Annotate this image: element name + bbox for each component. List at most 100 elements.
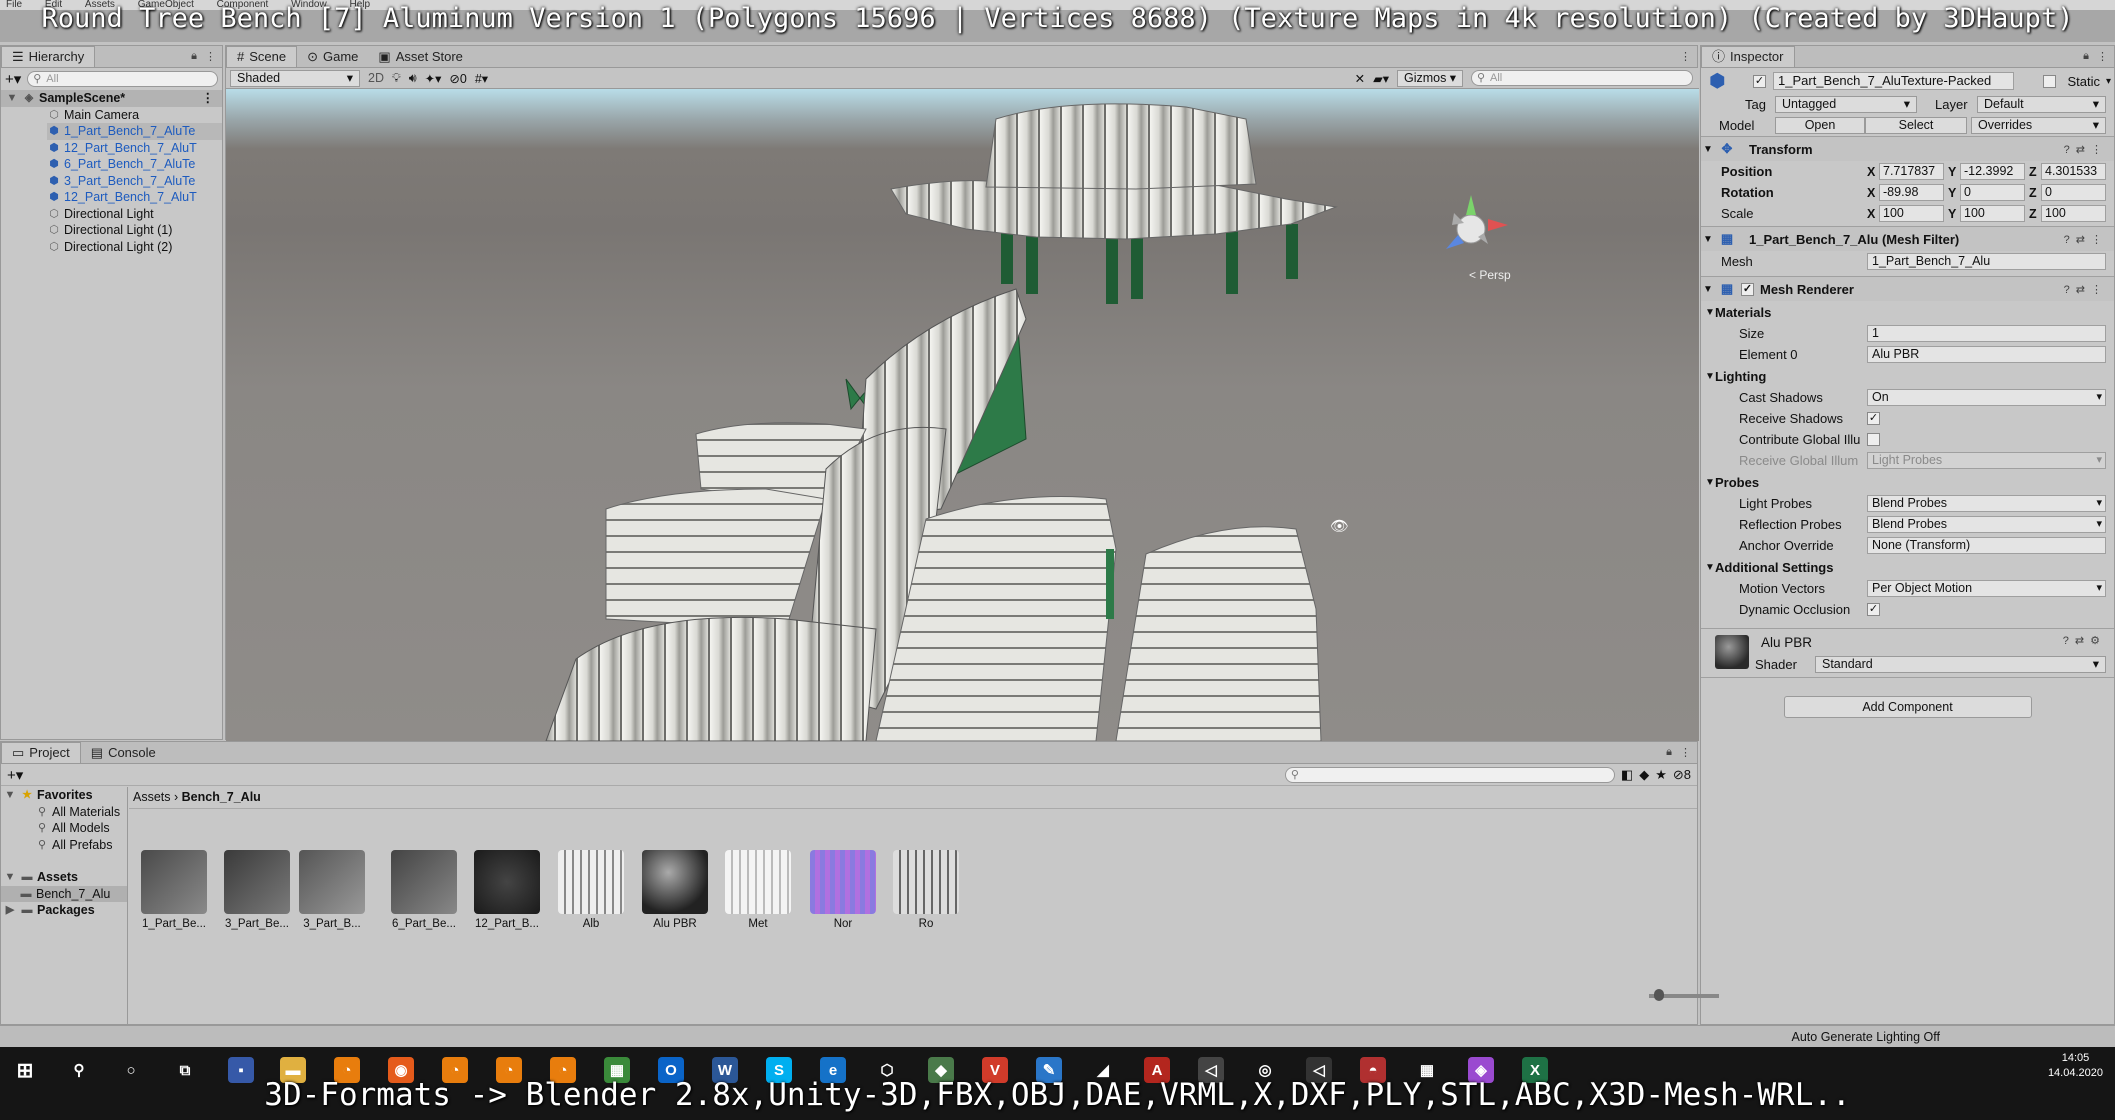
tab-game[interactable]: ⊙ Game — [297, 46, 368, 67]
fold-arrow-icon[interactable]: ▼ — [1701, 234, 1715, 245]
expand-arrow-icon[interactable]: ▼ — [3, 787, 17, 804]
kebab-menu-icon[interactable]: ⋮ — [2097, 50, 2108, 63]
active-checkbox[interactable]: ✓ — [1753, 74, 1766, 88]
orientation-gizmo[interactable] — [1446, 195, 1508, 249]
object-name-field[interactable]: 1_Part_Bench_7_AluTexture-Packed — [1773, 72, 2014, 90]
lighting-toggle-icon[interactable]: 💡︎ — [392, 71, 401, 86]
hierarchy-item[interactable]: ⬡ Directional Light — [47, 206, 222, 223]
lighting-foldout[interactable]: ▼ Lighting — [1701, 365, 2114, 387]
assets-folder[interactable]: ▼ ▬ Assets — [1, 869, 127, 886]
toggle-2d-button[interactable]: 2D — [368, 71, 384, 85]
asset-item[interactable]: 3_Part_Be... — [222, 850, 292, 930]
scale-x-field[interactable]: 100 — [1879, 205, 1944, 222]
additional-settings-foldout[interactable]: ▼ Additional Settings — [1701, 556, 2114, 578]
asset-item[interactable]: Ro — [891, 850, 961, 930]
create-plus-icon[interactable]: +▾ — [5, 70, 21, 88]
contribute-gi-checkbox[interactable] — [1867, 433, 1880, 446]
project-search-input[interactable] — [1284, 766, 1615, 783]
mesh-object-field[interactable]: 1_Part_Bench_7_Alu — [1867, 253, 2106, 270]
add-component-button[interactable]: Add Component — [1783, 696, 2032, 718]
breadcrumb-assets[interactable]: Assets — [133, 790, 171, 804]
materials-size-field[interactable]: 1 — [1867, 325, 2106, 342]
hierarchy-item[interactable]: ⬢ 6_Part_Bench_7_AluTe — [47, 156, 222, 173]
asset-item[interactable]: 3_Part_B... — [297, 850, 367, 930]
light-probes-dropdown[interactable]: Blend Probes — [1867, 495, 2106, 512]
position-z-field[interactable]: 4.301533 — [2041, 163, 2106, 180]
rotation-y-field[interactable]: 0 — [1960, 184, 2025, 201]
gizmos-dropdown[interactable]: Gizmos ▾ — [1397, 69, 1463, 87]
grid-toggle-icon[interactable]: #▾ — [475, 71, 488, 86]
favorite-all-materials[interactable]: ⚲ All Materials — [1, 804, 127, 821]
hidden-packages-icon[interactable]: ⊘8 — [1673, 767, 1691, 783]
tab-asset-store[interactable]: ▣ Asset Store — [368, 46, 473, 67]
motion-vectors-dropdown[interactable]: Per Object Motion — [1867, 580, 2106, 597]
filter-by-type-icon[interactable]: ◧ — [1621, 767, 1633, 783]
component-menu-icons[interactable]: ?⇄⋮ — [2064, 143, 2108, 156]
position-x-field[interactable]: 7.717837 — [1879, 163, 1944, 180]
kebab-menu-icon[interactable]: ⋮ — [205, 50, 216, 63]
expand-arrow-icon[interactable]: ▶ — [3, 902, 17, 919]
shading-mode-dropdown[interactable]: Shaded ▾ — [230, 69, 360, 87]
component-menu-icons[interactable]: ?⇄⚙ — [2063, 634, 2106, 647]
tab-project[interactable]: ▭ Project — [1, 742, 81, 763]
kebab-menu-icon[interactable]: ⋮ — [1680, 50, 1691, 63]
position-y-field[interactable]: -12.3992 — [1960, 163, 2025, 180]
asset-item[interactable]: Alu PBR — [640, 850, 710, 930]
persp-label[interactable]: < Persp — [1469, 268, 1511, 282]
hierarchy-item[interactable]: ⬡ Directional Light (2) — [47, 239, 222, 256]
favorite-all-models[interactable]: ⚲ All Models — [1, 820, 127, 837]
favorite-all-prefabs[interactable]: ⚲ All Prefabs — [1, 837, 127, 854]
tab-inspector[interactable]: ⓘ Inspector — [1701, 46, 1795, 67]
chevron-down-icon[interactable]: ▾ — [2106, 76, 2111, 87]
tag-dropdown[interactable]: Untagged ▾ — [1775, 96, 1917, 113]
hierarchy-item[interactable]: ⬢ 3_Part_Bench_7_AluTe — [47, 173, 222, 190]
packages-folder[interactable]: ▶ ▬ Packages — [1, 902, 127, 919]
kebab-menu-icon[interactable]: ⋮ — [202, 90, 215, 107]
scale-y-field[interactable]: 100 — [1960, 205, 2025, 222]
audio-toggle-icon[interactable]: 🔊︎ — [409, 71, 417, 86]
layer-dropdown[interactable]: Default ▾ — [1977, 96, 2106, 113]
mesh-filter-header[interactable]: ▼ ▦ 1_Part_Bench_7_Alu (Mesh Filter) ?⇄⋮ — [1701, 226, 2114, 251]
asset-item[interactable]: 12_Part_B... — [472, 850, 542, 930]
transform-component-header[interactable]: ▼ ✥ Transform ?⇄⋮ — [1701, 136, 2114, 161]
expand-arrow-icon[interactable]: ▼ — [3, 869, 17, 886]
anchor-override-field[interactable]: None (Transform) — [1867, 537, 2106, 554]
hierarchy-item[interactable]: ⬢ 12_Part_Bench_7_AluT — [47, 189, 222, 206]
scene-viewport[interactable]: < Persp 👁︎ — [226, 89, 1699, 741]
expand-arrow-icon[interactable]: ▼ — [5, 90, 19, 107]
tab-console[interactable]: ▤ Console — [81, 742, 166, 763]
overrides-dropdown[interactable]: Overrides ▾ — [1971, 117, 2106, 134]
cast-shadows-dropdown[interactable]: On — [1867, 389, 2106, 406]
hierarchy-item[interactable]: ⬢ 1_Part_Bench_7_AluTe — [47, 123, 222, 140]
select-button[interactable]: Select — [1865, 117, 1967, 134]
open-button[interactable]: Open — [1775, 117, 1865, 134]
dynamic-occlusion-checkbox[interactable]: ✓ — [1867, 603, 1880, 616]
element0-material-field[interactable]: Alu PBR — [1867, 346, 2106, 363]
camera-icon[interactable]: ▰▾ — [1373, 71, 1389, 86]
component-menu-icons[interactable]: ?⇄⋮ — [2064, 233, 2108, 246]
fold-arrow-icon[interactable]: ▼ — [1701, 144, 1715, 155]
hidden-objects-icon[interactable]: ⊘0 — [449, 71, 466, 86]
hierarchy-item[interactable]: ⬢ 12_Part_Bench_7_AluT — [47, 140, 222, 157]
filter-by-label-icon[interactable]: ◆ — [1639, 767, 1649, 783]
shader-dropdown[interactable]: Standard ▾ — [1815, 656, 2106, 673]
favorite-star-icon[interactable]: ★ — [1655, 767, 1667, 783]
mesh-renderer-header[interactable]: ▼ ▦ ✓ Mesh Renderer ?⇄⋮ — [1701, 276, 2114, 301]
asset-item[interactable]: Nor — [808, 850, 878, 930]
tab-scene[interactable]: # Scene — [226, 46, 298, 67]
tools-icon[interactable]: ✕ — [1355, 71, 1365, 86]
fold-arrow-icon[interactable]: ▼ — [1701, 284, 1715, 295]
tab-hierarchy[interactable]: ☰ Hierarchy — [1, 46, 96, 67]
materials-foldout[interactable]: ▼ Materials — [1701, 301, 2114, 323]
lock-icon[interactable]: 🔒︎ — [191, 50, 197, 63]
kebab-menu-icon[interactable]: ⋮ — [1680, 746, 1691, 759]
mesh-renderer-enabled-checkbox[interactable]: ✓ — [1741, 282, 1754, 296]
rotation-z-field[interactable]: 0 — [2041, 184, 2106, 201]
effects-toggle-icon[interactable]: ✦▾ — [425, 71, 442, 86]
receive-shadows-checkbox[interactable]: ✓ — [1867, 412, 1880, 425]
asset-item[interactable]: 1_Part_Be... — [139, 850, 209, 930]
bench-folder[interactable]: ▬ Bench_7_Alu — [1, 885, 127, 902]
asset-item[interactable]: 6_Part_Be... — [389, 850, 459, 930]
create-plus-icon[interactable]: +▾ — [7, 766, 23, 784]
scene-search-input[interactable]: All — [1471, 70, 1693, 86]
